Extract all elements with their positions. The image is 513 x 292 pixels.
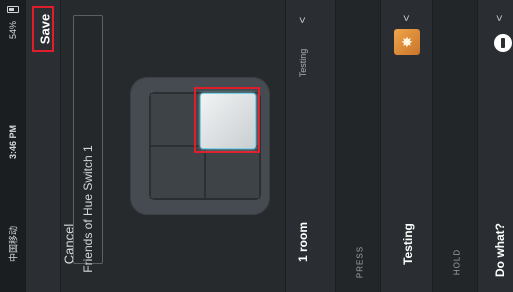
- carrier-name: 中国移动: [8, 225, 19, 263]
- hold-action-value: Do what?: [493, 223, 507, 277]
- scene-sun-icon: ✸: [394, 29, 420, 55]
- press-scene-name: Testing: [401, 223, 415, 265]
- save-button-label: Save: [37, 13, 53, 45]
- selected-switch-button[interactable]: [194, 87, 260, 153]
- press-section-header: PRESS: [335, 0, 381, 292]
- app-screen: 54% 3:46 PM 中国移动 Save Cancel Friends of …: [0, 0, 513, 292]
- status-bar: 54% 3:46 PM 中国移动: [0, 0, 26, 292]
- battery-level: 54%: [8, 20, 18, 40]
- hold-section-header: HOLD: [432, 0, 478, 292]
- press-action-row[interactable]: Testing < ✸: [380, 0, 433, 292]
- selected-button-face: [200, 93, 256, 149]
- switch-button-3[interactable]: [150, 146, 205, 199]
- hold-label: HOLD: [452, 248, 462, 276]
- hold-action-row[interactable]: Do what? <: [477, 0, 513, 292]
- chevron-up-icon: <: [494, 14, 506, 22]
- status-time: 3:46 PM: [8, 124, 18, 160]
- switch-name-value: Friends of Hue Switch 1: [81, 145, 95, 273]
- battery-icon: [7, 6, 19, 13]
- chevron-up-icon: <: [297, 16, 309, 24]
- switch-name-input[interactable]: Friends of Hue Switch 1: [73, 15, 103, 273]
- save-button[interactable]: Save: [32, 6, 54, 52]
- press-label: PRESS: [355, 245, 365, 279]
- power-icon: [494, 34, 512, 52]
- rooms-row[interactable]: 1 room Testing <: [285, 0, 336, 292]
- rooms-status: Testing: [298, 48, 308, 78]
- switch-button-4[interactable]: [205, 146, 260, 199]
- navigation-bar: Save Cancel: [26, 0, 77, 292]
- chevron-up-icon: <: [401, 14, 413, 22]
- rooms-value: 1 room: [296, 221, 310, 263]
